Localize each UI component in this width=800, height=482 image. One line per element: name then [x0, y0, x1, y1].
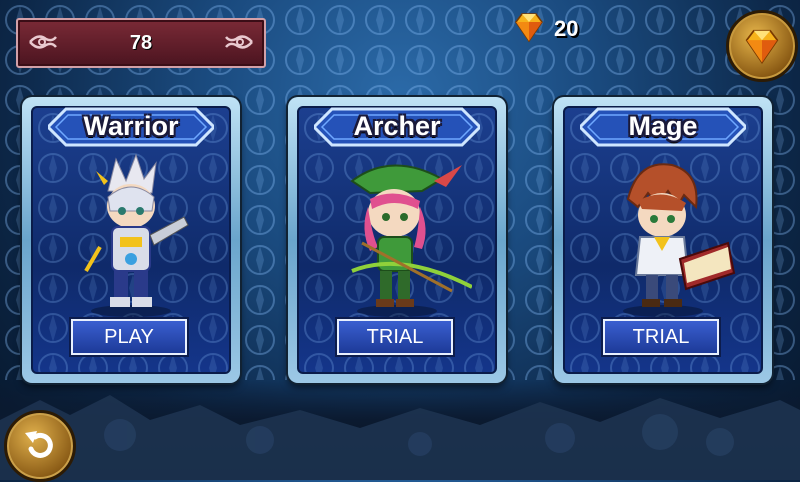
trial-button[interactable]: TRIAL — [603, 319, 719, 355]
battlefield-silhouettes — [0, 380, 800, 480]
back-button[interactable] — [4, 410, 76, 482]
gem-balance: 20 — [512, 10, 602, 44]
card-title-banner: Archer — [314, 105, 480, 149]
card-mage[interactable]: Mage TRIAL — [554, 97, 772, 383]
card-title-banner: Warrior — [48, 105, 214, 149]
archer-hero-icon — [350, 164, 472, 317]
gem-shop-button[interactable] — [726, 10, 798, 82]
gem-count: 20 — [554, 16, 579, 41]
ornament-icon — [225, 35, 253, 49]
gem-icon — [515, 13, 543, 43]
mage-hero-icon — [623, 163, 736, 317]
energy-counter: 78 — [16, 18, 266, 68]
trial-button[interactable]: TRIAL — [337, 319, 453, 355]
back-arrow-icon — [25, 431, 53, 458]
card-title: Warrior — [83, 111, 179, 141]
warrior-hero-icon — [84, 153, 189, 317]
card-title: Mage — [628, 111, 698, 141]
play-button[interactable]: PLAY — [71, 319, 187, 355]
card-archer[interactable]: Archer TRIAL — [288, 97, 506, 383]
card-title: Archer — [353, 111, 441, 141]
gem-shop-icon — [745, 29, 779, 65]
card-warrior[interactable]: Warrior PLAY — [22, 97, 240, 383]
card-title-banner: Mage — [580, 105, 746, 149]
